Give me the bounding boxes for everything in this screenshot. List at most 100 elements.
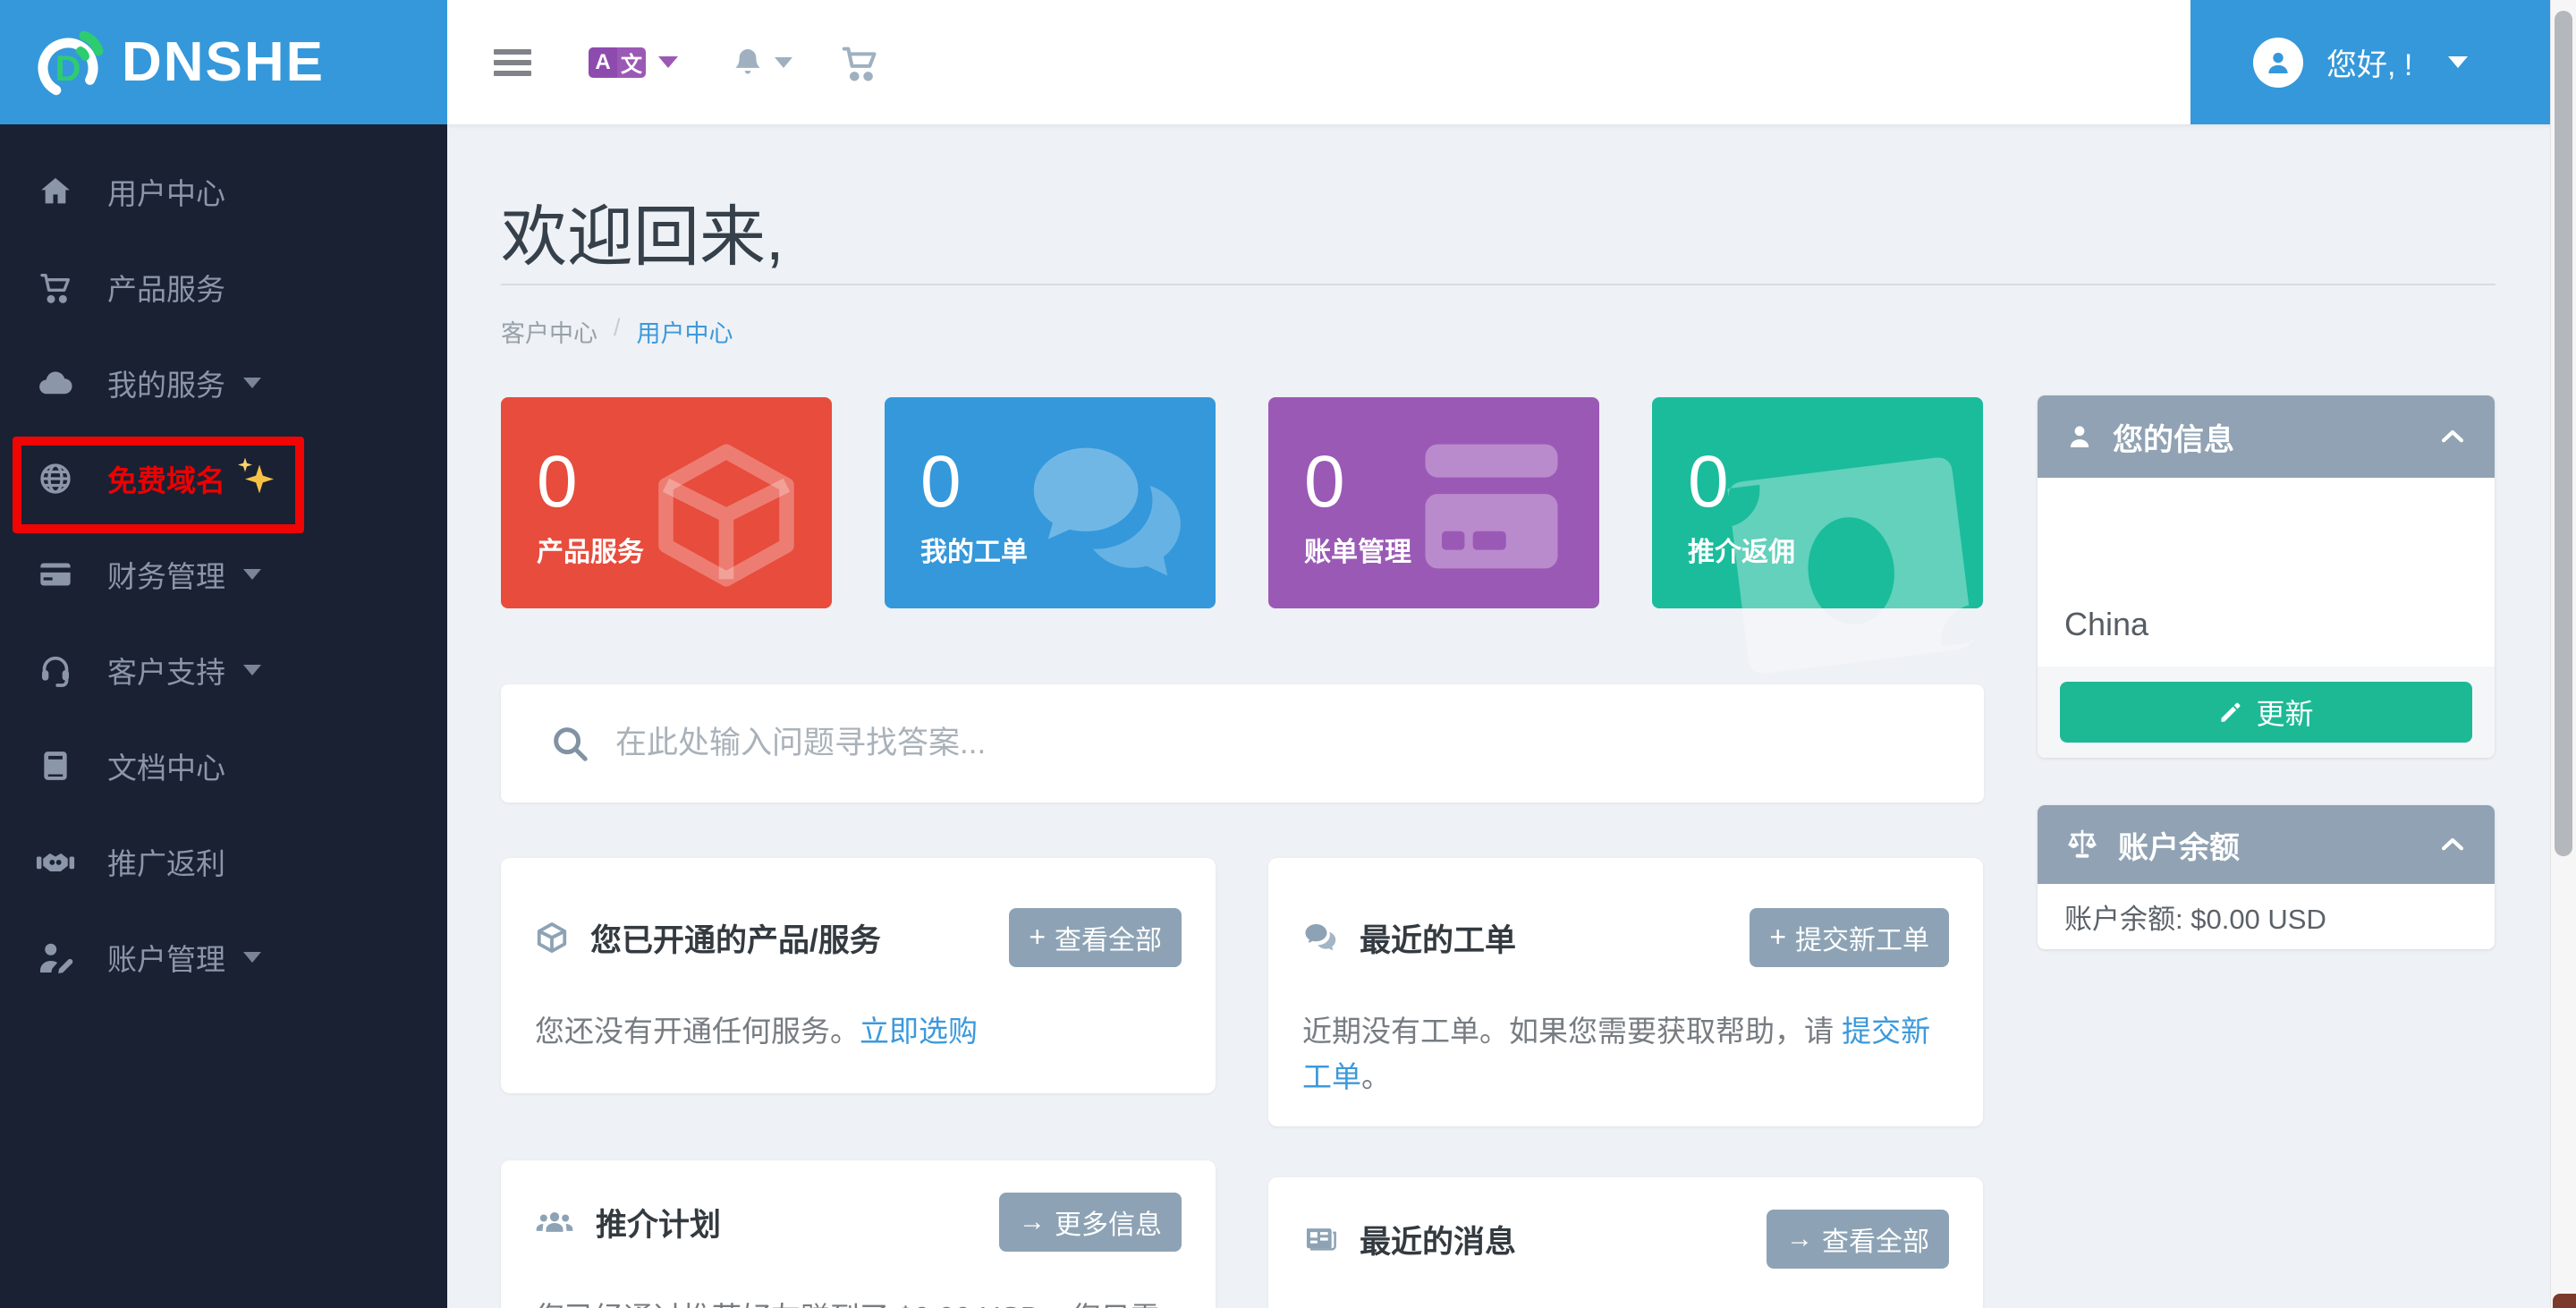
breadcrumb-current: 用户中心 [637,314,733,349]
plus-icon [1029,922,1046,954]
main-content: 欢迎回来, 客户中心 / 用户中心 0 产品服务 0 我的工单 0 账单管理 [447,124,2550,1308]
chevron-down-icon [2448,56,2468,68]
stat-card-products[interactable]: 0 产品服务 [501,397,832,608]
sidebar-item-label: 推广返利 [107,840,225,883]
balance-panel-title: 账户余额 [2118,823,2240,867]
svg-text:D: D [55,49,81,89]
kb-search [501,684,1984,803]
topbar: A 文 您好, ! [447,0,2576,124]
arrow-right-icon [1786,1224,1813,1254]
tickets-card-body: 近期没有工单。如果您需要获取帮助，请 提交新工单。 [1268,1008,1983,1100]
comments-icon [1021,435,1191,591]
cart-button[interactable] [839,42,880,83]
view-all-news-button[interactable]: 查看全部 [1767,1210,1949,1269]
chevron-down-icon [775,57,792,68]
stat-card-affiliate[interactable]: 0 推介返佣 [1652,397,1983,608]
users-icon [535,1204,574,1240]
stat-card-tickets[interactable]: 0 我的工单 [885,397,1216,608]
sidebar-item-docs[interactable]: 文档中心 [0,718,447,813]
sidebar-item-label: 账户管理 [107,936,225,979]
balance-scale-icon [2064,828,2100,861]
update-info-button[interactable]: 更新 [2060,682,2472,743]
language-letter-wen: 文 [617,47,646,78]
stat-value: 0 [920,440,962,524]
chevron-up-icon[interactable] [2437,421,2468,452]
sparkles-icon [238,458,279,499]
products-card-title: 您已开通的产品/服务 [590,915,881,961]
open-ticket-button[interactable]: 提交新工单 [1750,908,1949,967]
your-info-panel: 您的信息 China 更新 [2038,395,2495,758]
sidebar-item-label: 我的服务 [107,361,225,404]
stat-card-invoices[interactable]: 0 账单管理 [1268,397,1599,608]
chevron-up-icon[interactable] [2437,829,2468,860]
sidebar-item-label: 免费域名 [107,457,225,500]
sidebar-item-products[interactable]: 产品服务 [0,239,447,335]
sidebar: D DNSHE 用户中心 产品服务 我的服务 [0,0,447,1308]
your-info-panel-header[interactable]: 您的信息 [2038,395,2495,478]
chevron-down-icon [243,665,261,675]
affiliate-card-body: 您已经通过推荐好友赚到了 $0.00 USD。您只需要再 [501,1295,1216,1308]
user-menu[interactable]: 您好, ! [2190,0,2550,124]
sidebar-nav: 用户中心 产品服务 我的服务 免费域名 [0,143,447,1005]
sidebar-item-affiliate[interactable]: 推广返利 [0,813,447,909]
scrollbar-thumb[interactable] [2555,11,2572,856]
notifications-dropdown[interactable] [730,45,792,81]
tickets-card-title: 最近的工单 [1360,915,1516,961]
products-card-body: 您还没有开通任何服务。立即选购 [501,1008,1216,1054]
sidebar-item-billing[interactable]: 财务管理 [0,526,447,622]
cube-icon [535,921,569,955]
news-card: 最近的消息 查看全部 [1268,1177,1983,1308]
chat-widget-peek[interactable] [2553,1294,2576,1308]
sidebar-item-free-domain[interactable]: 免费域名 [0,430,447,526]
cart-icon [36,268,75,307]
balance-panel: 账户余额 账户余额: $0.00 USD [2038,805,2495,949]
view-all-products-button[interactable]: 查看全部 [1009,908,1182,967]
pencil-icon [2218,700,2243,725]
stat-label: 账单管理 [1304,530,1411,569]
sidebar-item-label: 产品服务 [107,266,225,309]
balance-panel-header[interactable]: 账户余额 [2038,805,2495,884]
newspaper-icon [1302,1222,1338,1256]
brand-logo-icon: D [34,23,113,102]
tickets-card: 最近的工单 提交新工单 近期没有工单。如果您需要获取帮助，请 提交新工单。 [1268,858,1983,1126]
language-letter-a: A [589,47,617,78]
stat-label: 我的工单 [920,530,1028,569]
book-icon [36,746,75,786]
language-icon: A 文 [589,47,646,78]
cart-icon [839,42,880,83]
sidebar-item-my-services[interactable]: 我的服务 [0,335,447,430]
page-title: 欢迎回来, [501,183,784,279]
user-greeting: 您好, ! [2326,40,2412,84]
user-avatar-icon [2253,38,2303,88]
search-input[interactable] [615,726,1868,761]
chevron-down-icon [243,378,261,388]
more-info-button[interactable]: 更多信息 [999,1193,1182,1252]
search-icon [549,723,590,764]
breadcrumb-separator: / [614,314,621,349]
stat-value: 0 [537,440,578,524]
cloud-icon [36,363,75,403]
credit-card-icon [36,555,75,594]
brand-logo[interactable]: D DNSHE [0,0,447,124]
chevron-down-icon [243,569,261,580]
tickets-card-header: 最近的工单 提交新工单 [1268,858,1983,967]
sidebar-item-label: 用户中心 [107,170,225,213]
language-selector[interactable]: A 文 [589,47,678,78]
home-icon [36,172,75,211]
balance-value: 账户余额: $0.00 USD [2038,884,2495,949]
your-info-panel-title: 您的信息 [2113,415,2234,459]
globe-icon [36,459,75,498]
news-card-header: 最近的消息 查看全部 [1268,1177,1983,1269]
sidebar-item-account[interactable]: 账户管理 [0,909,447,1005]
user-edit-icon [36,938,75,977]
money-icon [1718,447,1987,716]
hamburger-menu-icon[interactable] [494,44,531,81]
sidebar-item-support[interactable]: 客户支持 [0,622,447,718]
country-value: China [2064,606,2148,643]
chevron-down-icon [243,952,261,963]
order-now-link[interactable]: 立即选购 [860,1015,978,1048]
affiliate-card-header: 推介计划 更多信息 [501,1160,1216,1252]
sidebar-item-user-center[interactable]: 用户中心 [0,143,447,239]
breadcrumb-parent[interactable]: 客户中心 [501,314,597,349]
person-icon [2064,421,2095,452]
